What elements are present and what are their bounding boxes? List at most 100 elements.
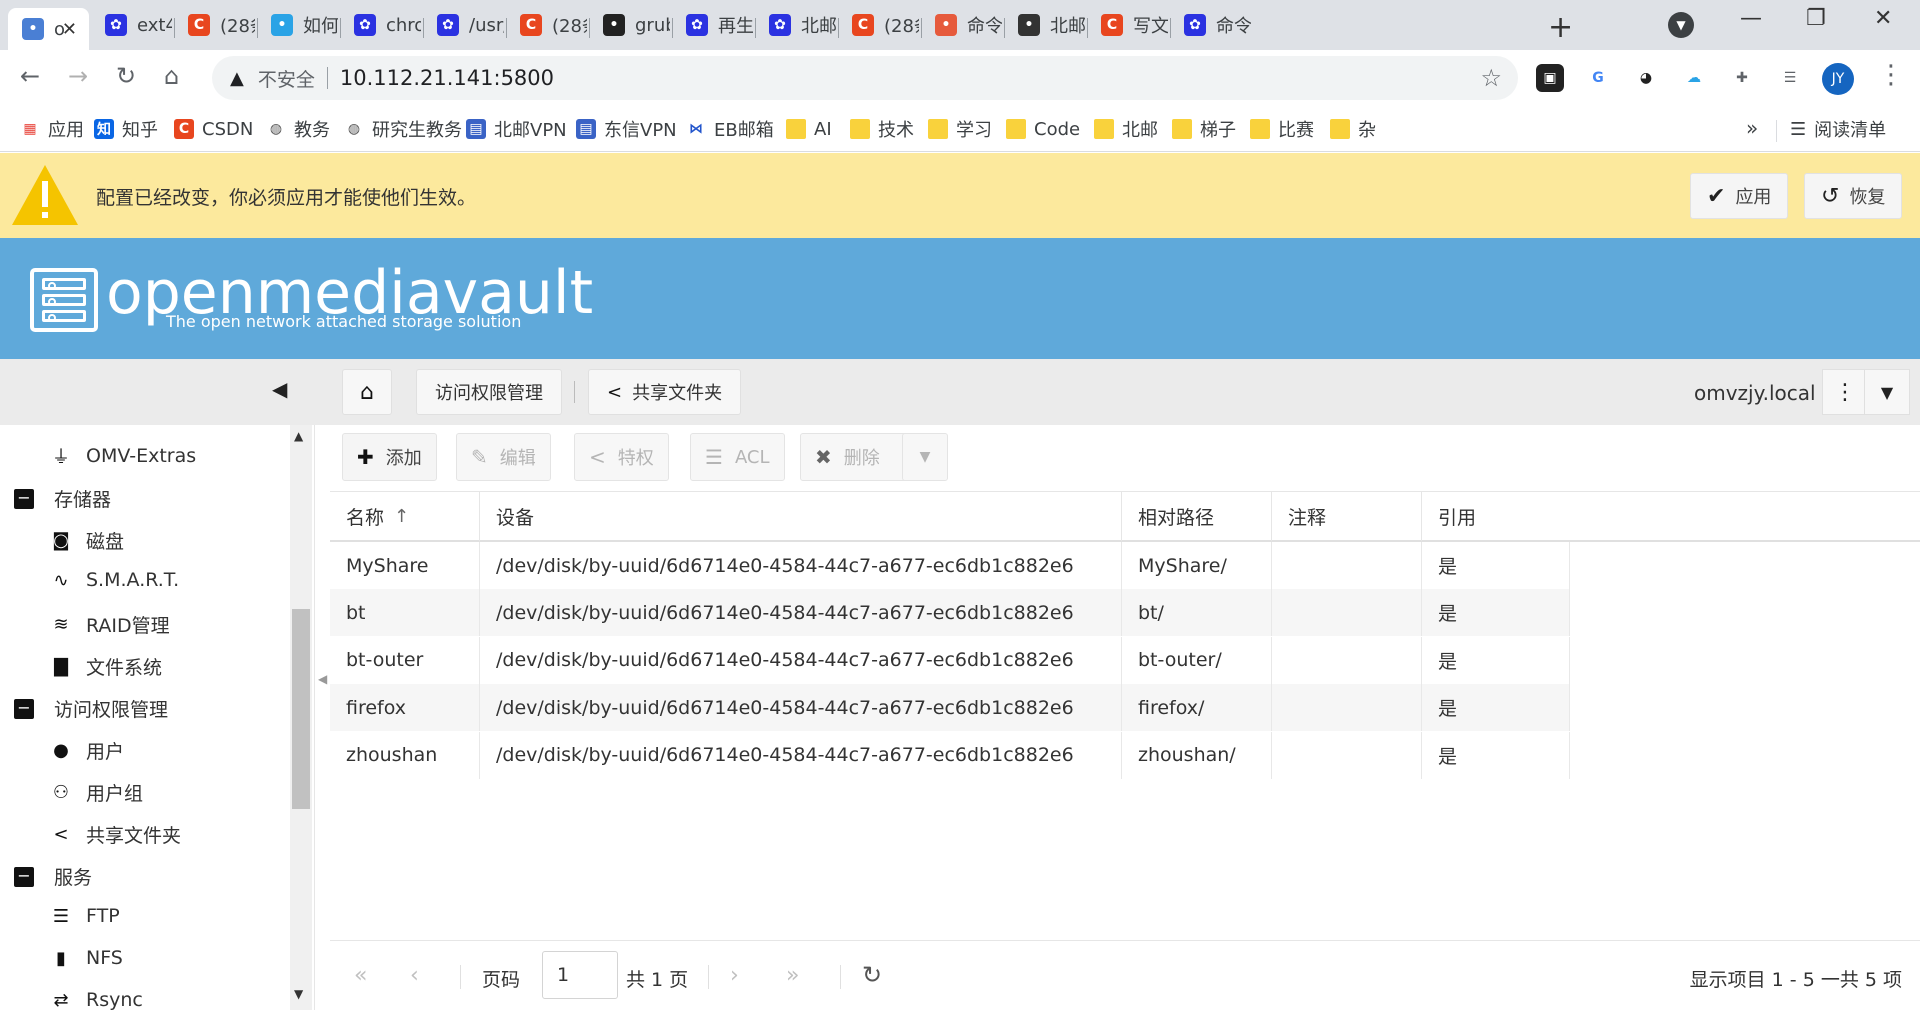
browser-tab[interactable]: C (28条 bbox=[174, 8, 255, 42]
table-row[interactable]: zhoushan/dev/disk/by-uuid/6d6714e0-4584-… bbox=[330, 731, 1570, 779]
cloud-icon[interactable]: ☁ bbox=[1680, 64, 1708, 92]
last-page-icon[interactable]: » bbox=[786, 963, 799, 988]
acl-button[interactable]: ☰ ACL bbox=[690, 433, 785, 481]
translate-icon[interactable]: G bbox=[1584, 64, 1612, 92]
browser-tab[interactable]: ✿ /usr/ bbox=[423, 8, 504, 42]
browser-tab[interactable]: C (28条 bbox=[838, 8, 919, 42]
first-page-icon[interactable]: « bbox=[354, 963, 367, 988]
bookmarks-more-button[interactable]: » bbox=[1746, 116, 1758, 140]
browser-tab[interactable]: ✿ 命令 bbox=[1170, 8, 1251, 42]
bookmark-item[interactable]: ⋈ EB邮箱 bbox=[686, 114, 774, 144]
new-tab-button[interactable]: + bbox=[1548, 10, 1573, 45]
tab-search-icon[interactable]: ▼ bbox=[1668, 12, 1694, 38]
window-close-icon[interactable]: ✕ bbox=[1874, 6, 1892, 31]
forward-icon[interactable]: → bbox=[68, 62, 88, 90]
sidebar-item[interactable]: ☰ FTP bbox=[46, 905, 120, 927]
github-cat-icon[interactable]: ◕ bbox=[1632, 64, 1660, 92]
bookmark-item[interactable]: 北邮 bbox=[1094, 114, 1158, 144]
column-header-device[interactable]: 设备 bbox=[480, 492, 1122, 541]
table-row[interactable]: bt-outer/dev/disk/by-uuid/6d6714e0-4584-… bbox=[330, 636, 1570, 684]
more-options-icon[interactable]: ⋮ bbox=[1822, 369, 1868, 415]
sidebar-item[interactable]: ⚇ 用户组 bbox=[46, 779, 143, 806]
media-queue-icon[interactable]: ☰ bbox=[1776, 64, 1804, 92]
sidebar-item[interactable]: ≋ RAID管理 bbox=[46, 611, 169, 638]
profile-avatar[interactable]: JY bbox=[1822, 63, 1854, 95]
bookmark-item[interactable]: Code bbox=[1006, 114, 1080, 144]
sidebar-item[interactable]: ⇄ Rsync bbox=[46, 989, 142, 1010]
extensions-puzzle-icon[interactable]: ✚ bbox=[1728, 64, 1756, 92]
page-number-input[interactable] bbox=[542, 951, 618, 999]
privileges-button[interactable]: < 特权 bbox=[574, 433, 669, 481]
browser-tab[interactable]: • o ✕ bbox=[8, 8, 89, 50]
dropdown-chevron-icon[interactable]: ▼ bbox=[1864, 369, 1910, 415]
bookmark-item[interactable]: 学习 bbox=[928, 114, 992, 144]
sidebar-item[interactable]: ⏚ OMV-Extras bbox=[46, 443, 196, 469]
reload-icon[interactable]: ↻ bbox=[116, 62, 136, 90]
bookmark-item[interactable]: C CSDN bbox=[174, 114, 253, 144]
column-header-referenced[interactable]: 引用 bbox=[1422, 492, 1570, 541]
prev-page-icon[interactable]: ‹ bbox=[410, 963, 419, 988]
browser-tab[interactable]: ✿ ext4[ bbox=[91, 8, 172, 42]
sidebar-scroll-thumb[interactable] bbox=[292, 609, 310, 809]
bookmark-item[interactable]: ◍ 研究生教务 bbox=[344, 114, 462, 144]
omv-logo-icon[interactable] bbox=[30, 268, 98, 332]
sidebar-group[interactable]: − 访问权限管理 bbox=[14, 695, 168, 722]
restore-icon[interactable]: ❐ bbox=[1806, 6, 1826, 31]
warning-icon[interactable]: ▲ bbox=[230, 68, 244, 89]
browser-tab[interactable]: • 北邮 bbox=[1004, 8, 1085, 42]
minus-box-icon[interactable]: − bbox=[14, 866, 34, 887]
browser-tab[interactable]: C 写文 bbox=[1087, 8, 1168, 42]
sidebar-group[interactable]: − 存储器 bbox=[14, 485, 111, 512]
url-text[interactable]: 10.112.21.141:5800 bbox=[340, 66, 554, 90]
close-tab-icon[interactable]: ✕ bbox=[62, 19, 77, 40]
browser-tab[interactable]: • 如何 bbox=[257, 8, 338, 42]
edit-button[interactable]: ✎ 编辑 bbox=[456, 433, 551, 481]
back-icon[interactable]: ← bbox=[20, 62, 40, 90]
bookmark-item[interactable]: ▦ 应用 bbox=[20, 114, 84, 144]
scroll-down-icon[interactable]: ▼ bbox=[294, 987, 303, 1001]
splitter-grip-icon[interactable]: ◀ bbox=[318, 672, 327, 686]
breadcrumb-section[interactable]: 访问权限管理 bbox=[416, 369, 562, 415]
home-icon[interactable]: ⌂ bbox=[164, 62, 179, 90]
breadcrumb-page[interactable]: < 共享文件夹 bbox=[588, 369, 742, 415]
minimize-icon[interactable]: — bbox=[1740, 6, 1762, 31]
browser-tab[interactable]: C (28条 bbox=[506, 8, 587, 42]
sidebar-item[interactable]: ● 用户 bbox=[46, 737, 124, 764]
browser-tab[interactable]: • 命令 bbox=[921, 8, 1002, 42]
bookmark-item[interactable]: ▤ 北邮VPN bbox=[466, 114, 567, 144]
collapse-sidebar-icon[interactable]: ◀ bbox=[272, 377, 287, 401]
bookmark-item[interactable]: AI bbox=[786, 114, 832, 144]
sidebar-item[interactable]: ▮ NFS bbox=[46, 947, 123, 969]
column-header-relative-path[interactable]: 相对路径 bbox=[1122, 492, 1272, 541]
bookmark-item[interactable]: 技术 bbox=[850, 114, 914, 144]
insecure-label[interactable]: 不安全 bbox=[258, 65, 315, 92]
scroll-up-icon[interactable]: ▲ bbox=[294, 429, 303, 443]
sidebar-group[interactable]: − 服务 bbox=[14, 863, 92, 890]
bookmark-item[interactable]: 比赛 bbox=[1250, 114, 1314, 144]
bookmark-item[interactable]: 知知乎 bbox=[94, 114, 158, 144]
address-bar[interactable]: ▲ 不安全 10.112.21.141:5800 ☆ bbox=[212, 56, 1518, 100]
minus-box-icon[interactable]: − bbox=[14, 488, 34, 509]
revert-button[interactable]: ↺ 恢复 bbox=[1804, 173, 1903, 219]
sidebar-item[interactable]: ∿ S.M.A.R.T. bbox=[46, 569, 179, 591]
bookmark-item[interactable]: ▤ 东信VPN bbox=[576, 114, 677, 144]
table-row[interactable]: bt/dev/disk/by-uuid/6d6714e0-4584-44c7-a… bbox=[330, 589, 1570, 637]
bookmark-item[interactable]: 杂 bbox=[1330, 114, 1376, 144]
column-header-comment[interactable]: 注释 bbox=[1272, 492, 1422, 541]
sidebar-item[interactable]: ◙ 磁盘 bbox=[46, 527, 124, 554]
browser-tab[interactable]: ✿ chro bbox=[340, 8, 421, 42]
column-header-name[interactable]: 名称 ↑ bbox=[330, 492, 480, 541]
browser-tab[interactable]: ✿ 再生 bbox=[672, 8, 753, 42]
browser-tab[interactable]: • grub bbox=[589, 8, 670, 42]
refresh-icon[interactable]: ↻ bbox=[862, 961, 882, 989]
sidebar-item[interactable]: < 共享文件夹 bbox=[46, 821, 181, 848]
home-breadcrumb[interactable]: ⌂ bbox=[342, 369, 392, 415]
sidebar-item[interactable]: ▇ 文件系统 bbox=[46, 653, 162, 680]
extension-icon-1[interactable]: ▣ bbox=[1536, 64, 1564, 92]
add-button[interactable]: ✚ 添加 bbox=[342, 433, 437, 481]
next-page-icon[interactable]: › bbox=[730, 963, 739, 988]
bookmark-item[interactable]: 梯子 bbox=[1172, 114, 1236, 144]
table-row[interactable]: MyShare/dev/disk/by-uuid/6d6714e0-4584-4… bbox=[330, 542, 1570, 589]
apply-button[interactable]: ✔ 应用 bbox=[1690, 173, 1789, 219]
reading-list-button[interactable]: ☰ 阅读清单 bbox=[1790, 114, 1886, 144]
